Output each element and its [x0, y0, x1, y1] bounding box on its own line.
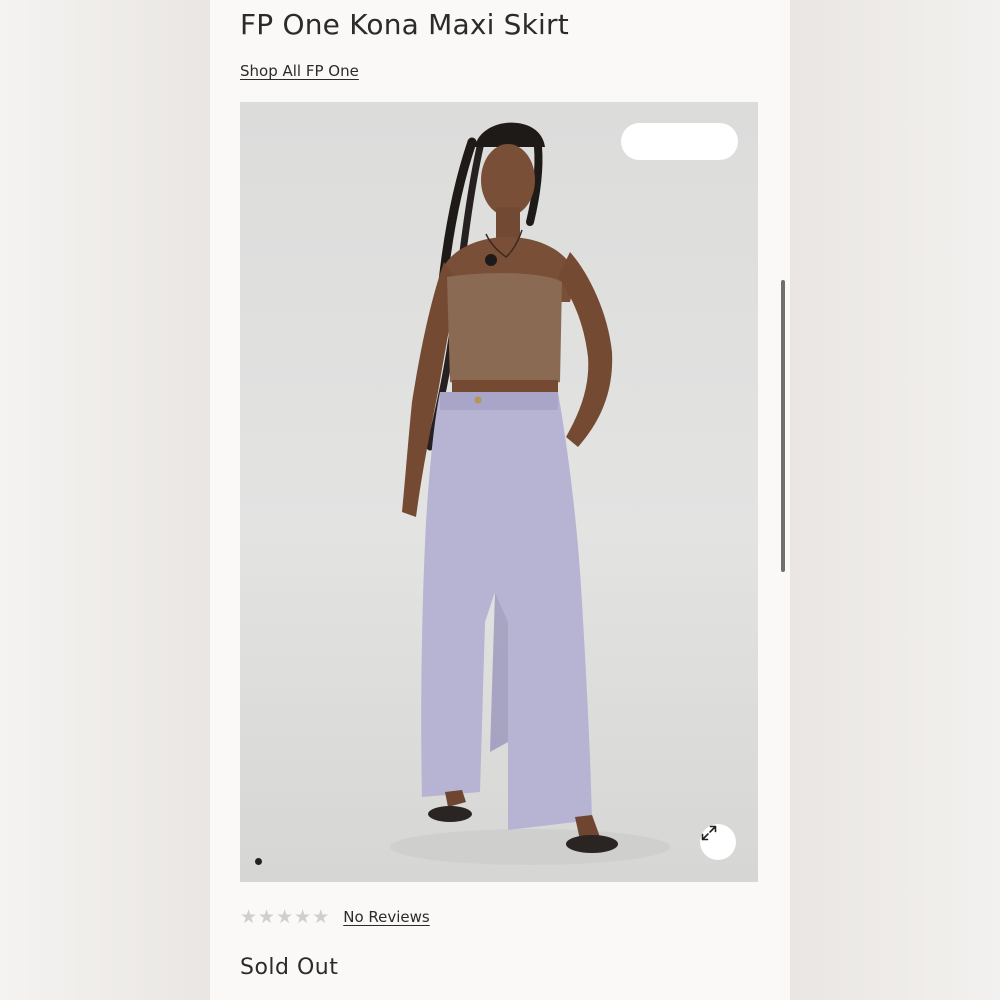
star-icon: ★	[276, 906, 294, 928]
image-badge	[621, 123, 738, 160]
rating-row: ★ ★ ★ ★ ★ No Reviews	[240, 907, 430, 927]
stock-status: Sold Out	[240, 955, 339, 980]
star-icon: ★	[312, 906, 330, 928]
backdrop-left	[0, 0, 210, 1000]
star-icon: ★	[258, 906, 276, 928]
scrollbar[interactable]	[781, 280, 785, 572]
star-icon: ★	[240, 906, 258, 928]
expand-icon	[701, 825, 717, 841]
backdrop-right	[790, 0, 1000, 1000]
product-image-gallery[interactable]	[240, 102, 758, 882]
reviews-link[interactable]: No Reviews	[343, 908, 430, 926]
expand-image-button[interactable]	[700, 824, 736, 860]
product-photo	[390, 122, 670, 865]
product-page: FP One Kona Maxi Skirt Shop All FP One ★…	[210, 0, 790, 1000]
star-icon: ★	[294, 906, 312, 928]
shop-all-link[interactable]: Shop All FP One	[240, 62, 359, 80]
star-rating: ★ ★ ★ ★ ★	[240, 907, 329, 927]
gallery-dot-active[interactable]	[255, 858, 262, 865]
product-title: FP One Kona Maxi Skirt	[240, 8, 569, 41]
